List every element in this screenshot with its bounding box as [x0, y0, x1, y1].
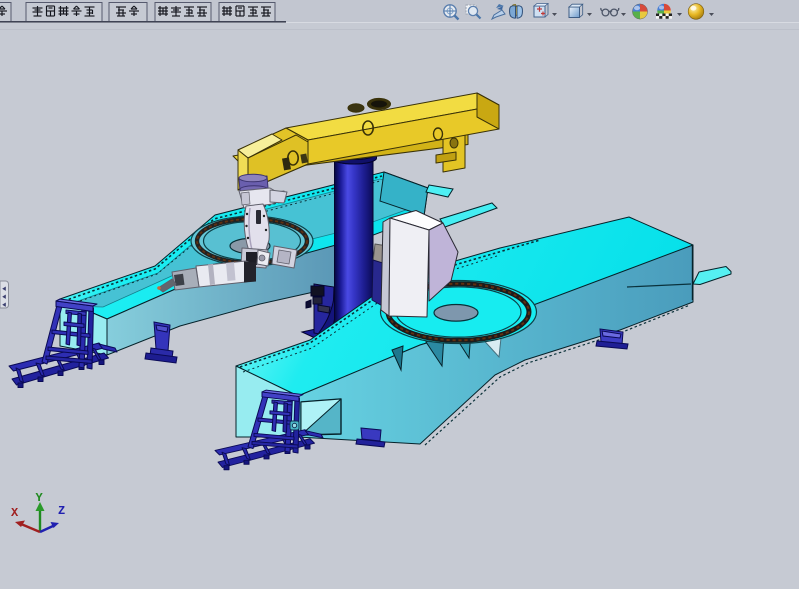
svg-text:X: X [11, 506, 19, 520]
svg-text:Z: Z [58, 504, 65, 518]
svg-text:Y: Y [36, 491, 44, 505]
